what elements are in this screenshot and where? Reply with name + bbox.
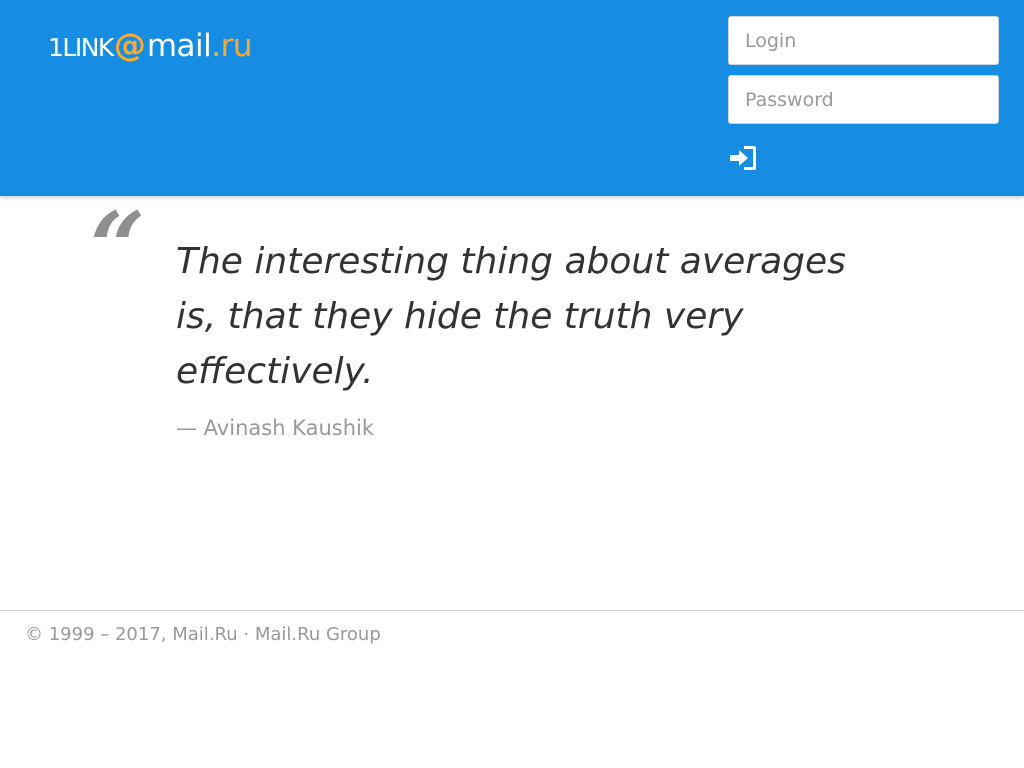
copyright: © 1999 – 2017, [25,624,167,645]
logo-ru: .ru [211,28,252,64]
quote-text: The interesting thing about averages is,… [176,241,846,392]
footer-link-mailru[interactable]: Mail.Ru [172,624,237,645]
logo-prefix: 1LINK [48,33,114,62]
password-input[interactable] [728,75,999,124]
logo-at: @ [113,26,146,64]
footer-link-mailru-group[interactable]: Mail.Ru Group [255,624,381,645]
login-form [728,16,999,124]
quote-mark: “ [90,191,146,304]
login-input[interactable] [728,16,999,65]
quote-author: — Avinash Kaushik [176,416,375,440]
footer-divider [0,610,1024,611]
sign-in-icon [730,146,756,170]
header: 1LINK @ mail .ru [0,0,1024,196]
footer-separator: · [243,624,250,645]
logo-mail: mail [146,28,212,64]
logo[interactable]: 1LINK @ mail .ru [48,26,252,64]
sign-in-button[interactable] [728,143,758,173]
footer: © 1999 – 2017, Mail.Ru · Mail.Ru Group [25,624,381,645]
